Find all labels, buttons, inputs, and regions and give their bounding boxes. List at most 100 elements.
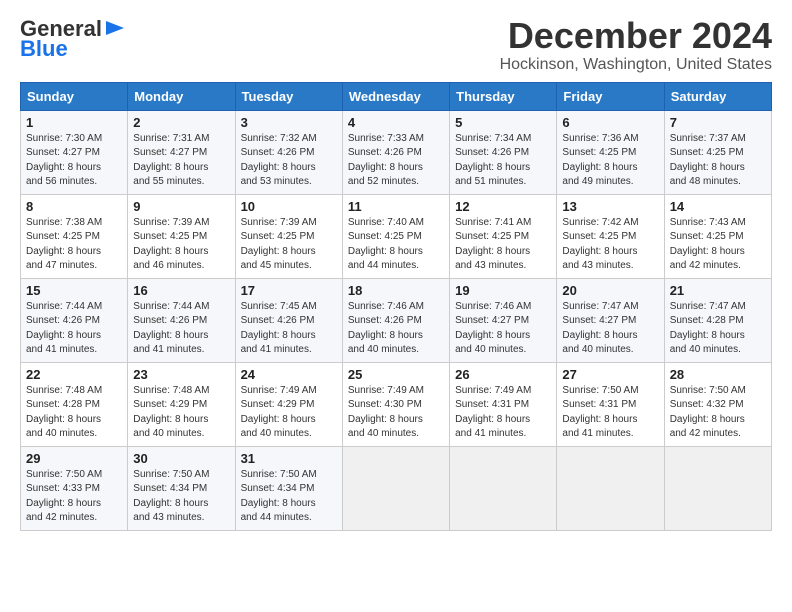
day-number: 30 <box>133 451 229 466</box>
day-number: 28 <box>670 367 766 382</box>
weekday-header-row: SundayMondayTuesdayWednesdayThursdayFrid… <box>21 82 772 110</box>
day-number: 24 <box>241 367 337 382</box>
calendar-row-1: 1 Sunrise: 7:30 AM Sunset: 4:27 PM Daylig… <box>21 110 772 194</box>
calendar-cell: 20Sunrise: 7:47 AM Sunset: 4:27 PM Dayli… <box>557 278 664 362</box>
calendar-cell: 10 Sunrise: 7:39 AM Sunset: 4:25 PM Dayli… <box>235 194 342 278</box>
day-number: 17 <box>241 283 337 298</box>
calendar-cell: 9 Sunrise: 7:39 AM Sunset: 4:25 PM Daylig… <box>128 194 235 278</box>
calendar-table: SundayMondayTuesdayWednesdayThursdayFrid… <box>20 82 772 531</box>
day-info: Sunrise: 7:38 AM Sunset: 4:25 PM Dayligh… <box>26 216 122 274</box>
page-header: General Blue December 2024 Hockinson, Wa… <box>20 16 772 74</box>
day-info: Sunrise: 7:31 AM Sunset: 4:27 PM Dayligh… <box>133 132 229 190</box>
calendar-cell: 28 Sunrise: 7:50 AM Sunset: 4:32 PM Dayli… <box>664 362 771 446</box>
calendar-cell: 30 Sunrise: 7:50 AM Sunset: 4:34 PM Dayli… <box>128 446 235 530</box>
day-number: 12 <box>455 199 551 214</box>
day-info: Sunrise: 7:49 AM Sunset: 4:29 PM Dayligh… <box>241 384 337 442</box>
day-number: 19 <box>455 283 551 298</box>
day-info: Sunrise: 7:33 AM Sunset: 4:26 PM Dayligh… <box>348 132 444 190</box>
day-number: 21 <box>670 283 766 298</box>
calendar-cell: 29 Sunrise: 7:50 AM Sunset: 4:33 PM Dayli… <box>21 446 128 530</box>
day-info: Sunrise: 7:50 AM Sunset: 4:34 PM Dayligh… <box>133 468 229 526</box>
calendar-cell: 4 Sunrise: 7:33 AM Sunset: 4:26 PM Daylig… <box>342 110 449 194</box>
day-info: Sunrise: 7:39 AM Sunset: 4:25 PM Dayligh… <box>241 216 337 274</box>
day-info: Sunrise: 7:50 AM Sunset: 4:34 PM Dayligh… <box>241 468 337 526</box>
weekday-header-friday: Friday <box>557 82 664 110</box>
weekday-header-thursday: Thursday <box>450 82 557 110</box>
calendar-cell: 16 Sunrise: 7:44 AM Sunset: 4:26 PM Dayli… <box>128 278 235 362</box>
day-info: Sunrise: 7:42 AM Sunset: 4:25 PM Dayligh… <box>562 216 658 274</box>
day-number: 3 <box>241 115 337 130</box>
day-info: Sunrise: 7:44 AM Sunset: 4:26 PM Dayligh… <box>133 300 229 358</box>
calendar-cell: 15 Sunrise: 7:44 AM Sunset: 4:26 PM Dayli… <box>21 278 128 362</box>
day-info: Sunrise: 7:30 AM Sunset: 4:27 PM Dayligh… <box>26 132 122 190</box>
day-number: 18 <box>348 283 444 298</box>
day-info: Sunrise: 7:39 AM Sunset: 4:25 PM Dayligh… <box>133 216 229 274</box>
day-number: 31 <box>241 451 337 466</box>
calendar-cell: 23Sunrise: 7:48 AM Sunset: 4:29 PM Dayli… <box>128 362 235 446</box>
calendar-cell: 24 Sunrise: 7:49 AM Sunset: 4:29 PM Dayli… <box>235 362 342 446</box>
calendar-cell: 19 Sunrise: 7:46 AM Sunset: 4:27 PM Dayli… <box>450 278 557 362</box>
calendar-cell: 22 Sunrise: 7:48 AM Sunset: 4:28 PM Dayli… <box>21 362 128 446</box>
day-number: 11 <box>348 199 444 214</box>
calendar-cell: 3 Sunrise: 7:32 AM Sunset: 4:26 PM Daylig… <box>235 110 342 194</box>
calendar-cell <box>450 446 557 530</box>
calendar-cell: 18 Sunrise: 7:46 AM Sunset: 4:26 PM Dayli… <box>342 278 449 362</box>
calendar-row-5: 29 Sunrise: 7:50 AM Sunset: 4:33 PM Dayli… <box>21 446 772 530</box>
day-number: 16 <box>133 283 229 298</box>
calendar-cell: 1 Sunrise: 7:30 AM Sunset: 4:27 PM Daylig… <box>21 110 128 194</box>
day-info: Sunrise: 7:40 AM Sunset: 4:25 PM Dayligh… <box>348 216 444 274</box>
calendar-cell: 26 Sunrise: 7:49 AM Sunset: 4:31 PM Dayli… <box>450 362 557 446</box>
day-number: 2 <box>133 115 229 130</box>
calendar-cell <box>342 446 449 530</box>
day-number: 20 <box>562 283 658 298</box>
calendar-row-2: 8 Sunrise: 7:38 AM Sunset: 4:25 PM Daylig… <box>21 194 772 278</box>
calendar-cell: 27Sunrise: 7:50 AM Sunset: 4:31 PM Dayli… <box>557 362 664 446</box>
day-info: Sunrise: 7:50 AM Sunset: 4:33 PM Dayligh… <box>26 468 122 526</box>
day-info: Sunrise: 7:41 AM Sunset: 4:25 PM Dayligh… <box>455 216 551 274</box>
day-info: Sunrise: 7:47 AM Sunset: 4:28 PM Dayligh… <box>670 300 766 358</box>
calendar-cell: 14Sunrise: 7:43 AM Sunset: 4:25 PM Dayli… <box>664 194 771 278</box>
weekday-header-saturday: Saturday <box>664 82 771 110</box>
day-number: 14 <box>670 199 766 214</box>
logo-blue: Blue <box>20 36 68 62</box>
logo-arrow-icon <box>104 17 126 39</box>
day-number: 10 <box>241 199 337 214</box>
day-info: Sunrise: 7:49 AM Sunset: 4:30 PM Dayligh… <box>348 384 444 442</box>
calendar-cell: 2 Sunrise: 7:31 AM Sunset: 4:27 PM Daylig… <box>128 110 235 194</box>
day-number: 9 <box>133 199 229 214</box>
day-info: Sunrise: 7:49 AM Sunset: 4:31 PM Dayligh… <box>455 384 551 442</box>
calendar-cell: 11 Sunrise: 7:40 AM Sunset: 4:25 PM Dayli… <box>342 194 449 278</box>
day-number: 5 <box>455 115 551 130</box>
day-number: 15 <box>26 283 122 298</box>
day-info: Sunrise: 7:46 AM Sunset: 4:26 PM Dayligh… <box>348 300 444 358</box>
day-number: 26 <box>455 367 551 382</box>
calendar-cell: 31 Sunrise: 7:50 AM Sunset: 4:34 PM Dayli… <box>235 446 342 530</box>
calendar-cell: 17Sunrise: 7:45 AM Sunset: 4:26 PM Dayli… <box>235 278 342 362</box>
day-number: 4 <box>348 115 444 130</box>
day-info: Sunrise: 7:48 AM Sunset: 4:28 PM Dayligh… <box>26 384 122 442</box>
day-number: 25 <box>348 367 444 382</box>
day-info: Sunrise: 7:44 AM Sunset: 4:26 PM Dayligh… <box>26 300 122 358</box>
calendar-cell: 21 Sunrise: 7:47 AM Sunset: 4:28 PM Dayli… <box>664 278 771 362</box>
day-number: 23 <box>133 367 229 382</box>
day-number: 7 <box>670 115 766 130</box>
day-number: 22 <box>26 367 122 382</box>
title-area: December 2024 Hockinson, Washington, Uni… <box>500 16 772 74</box>
calendar-cell: 6Sunrise: 7:36 AM Sunset: 4:25 PM Daylig… <box>557 110 664 194</box>
calendar-cell <box>557 446 664 530</box>
day-number: 6 <box>562 115 658 130</box>
day-info: Sunrise: 7:37 AM Sunset: 4:25 PM Dayligh… <box>670 132 766 190</box>
day-number: 1 <box>26 115 122 130</box>
month-title: December 2024 <box>500 16 772 56</box>
day-info: Sunrise: 7:46 AM Sunset: 4:27 PM Dayligh… <box>455 300 551 358</box>
calendar-cell: 5 Sunrise: 7:34 AM Sunset: 4:26 PM Daylig… <box>450 110 557 194</box>
location-title: Hockinson, Washington, United States <box>500 56 772 74</box>
day-number: 29 <box>26 451 122 466</box>
calendar-cell: 12 Sunrise: 7:41 AM Sunset: 4:25 PM Dayli… <box>450 194 557 278</box>
day-info: Sunrise: 7:34 AM Sunset: 4:26 PM Dayligh… <box>455 132 551 190</box>
day-info: Sunrise: 7:32 AM Sunset: 4:26 PM Dayligh… <box>241 132 337 190</box>
day-info: Sunrise: 7:50 AM Sunset: 4:32 PM Dayligh… <box>670 384 766 442</box>
day-number: 27 <box>562 367 658 382</box>
day-number: 8 <box>26 199 122 214</box>
weekday-header-sunday: Sunday <box>21 82 128 110</box>
